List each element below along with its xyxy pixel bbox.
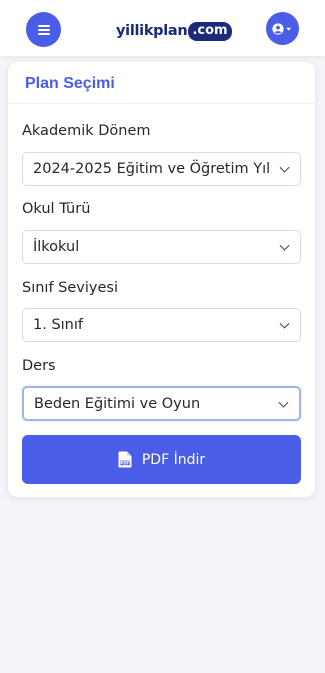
card-title: Plan Seçimi [25,75,115,92]
school-type-value: İlkokul [33,239,80,255]
grade-level-label: Sınıf Seviyesi [22,280,118,296]
pdf-download-label: PDF İndir [141,451,206,468]
subject-value: Beden Eğitimi ve Oyun [34,395,201,412]
chevron-down-icon [279,240,290,251]
grade-level-value: 1. Sınıf [33,317,83,333]
academic-term-select[interactable]: 2024-2025 Eğitim ve Öğretim Yılı [22,152,301,186]
pdf-file-icon: PDF [118,451,132,468]
subject-select[interactable]: Beden Eğitimi ve Oyun [22,386,301,421]
academic-term-label: Akademik Dönem [22,123,151,139]
user-circle-icon [272,22,292,35]
subject-label: Ders [22,358,56,374]
school-type-label: Okul Türü [22,201,91,217]
academic-term-value: 2024-2025 Eğitim ve Öğretim Yılı [33,161,271,177]
app-header: yillikplan .com [0,0,325,56]
card-header: Plan Seçimi [8,62,315,104]
hamburger-icon [37,24,50,35]
menu-button[interactable] [26,12,61,47]
chevron-down-icon [279,318,290,329]
logo-domain-badge: .com [188,21,232,41]
site-logo[interactable]: yillikplan .com [116,20,232,42]
chevron-down-icon [279,162,290,173]
plan-selection-card: Plan Seçimi Akademik Dönem 2024-2025 Eği… [8,62,315,497]
school-type-select[interactable]: İlkokul [22,230,301,264]
svg-text:PDF: PDF [120,461,130,466]
grade-level-select[interactable]: 1. Sınıf [22,308,301,342]
caret-down-icon [286,27,292,31]
chevron-down-icon [278,397,289,408]
user-menu-button[interactable] [266,12,299,45]
pdf-download-button[interactable]: PDF PDF İndir [22,435,301,484]
logo-text: yillikplan [116,23,188,39]
